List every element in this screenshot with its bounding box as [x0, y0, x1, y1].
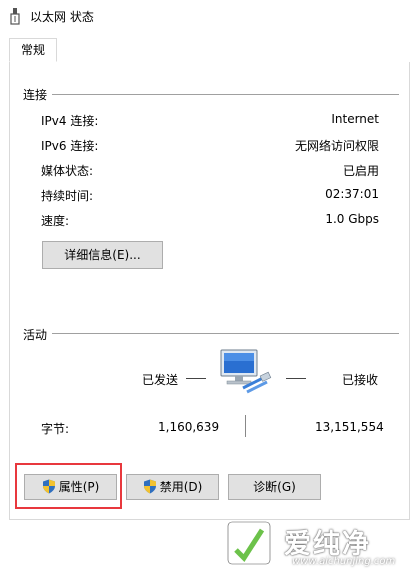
- connection-section-title: 连接: [23, 88, 48, 102]
- sent-dash: [186, 378, 206, 379]
- diagnose-button-label: 诊断(G): [253, 480, 296, 494]
- ipv4-value: Internet: [331, 112, 379, 126]
- diagnose-button[interactable]: 诊断(G): [228, 474, 321, 500]
- disable-button[interactable]: 禁用(D): [126, 474, 219, 500]
- uac-shield-icon: [42, 479, 55, 494]
- connection-section-rule: [52, 94, 399, 95]
- ipv6-label: IPv6 连接:: [41, 139, 99, 153]
- bytes-received-value: 13,151,554: [315, 420, 384, 434]
- activity-section-title: 活动: [23, 328, 48, 342]
- uac-shield-icon: [143, 479, 156, 494]
- bytes-sent-value: 1,160,639: [158, 420, 220, 434]
- activity-section-rule: [52, 333, 399, 334]
- title-bar: 以太网 状态: [0, 0, 419, 32]
- media-state-label: 媒体状态:: [41, 164, 94, 178]
- bytes-label: 字节:: [41, 422, 70, 436]
- network-adapter-icon: [10, 8, 20, 25]
- activity-divider: [245, 415, 246, 437]
- duration-label: 持续时间:: [41, 189, 94, 203]
- window-title: 以太网 状态: [30, 10, 94, 24]
- details-button[interactable]: 详细信息(E)...: [42, 241, 163, 269]
- received-label: 已接收: [342, 373, 379, 387]
- sent-label: 已发送: [142, 373, 179, 387]
- media-state-value: 已启用: [342, 164, 379, 178]
- tab-panel: [9, 62, 410, 520]
- speed-value: 1.0 Gbps: [325, 212, 379, 226]
- ipv4-label: IPv4 连接:: [41, 114, 99, 128]
- ipv6-value: 无网络访问权限: [294, 139, 379, 153]
- received-dash: [286, 378, 306, 379]
- disable-button-label: 禁用(D): [159, 480, 203, 494]
- watermark-logo-icon: [226, 520, 272, 566]
- tab-general[interactable]: 常规: [9, 38, 57, 62]
- properties-button-label: 属性(P): [58, 480, 100, 494]
- speed-label: 速度:: [41, 214, 70, 228]
- watermark: 爱纯净 www.aichunjing.com: [222, 518, 412, 572]
- properties-button[interactable]: 属性(P): [24, 474, 117, 500]
- watermark-url: www.aichunjing.com: [292, 556, 396, 567]
- duration-value: 02:37:01: [325, 187, 379, 201]
- network-computer-icon: [220, 349, 272, 394]
